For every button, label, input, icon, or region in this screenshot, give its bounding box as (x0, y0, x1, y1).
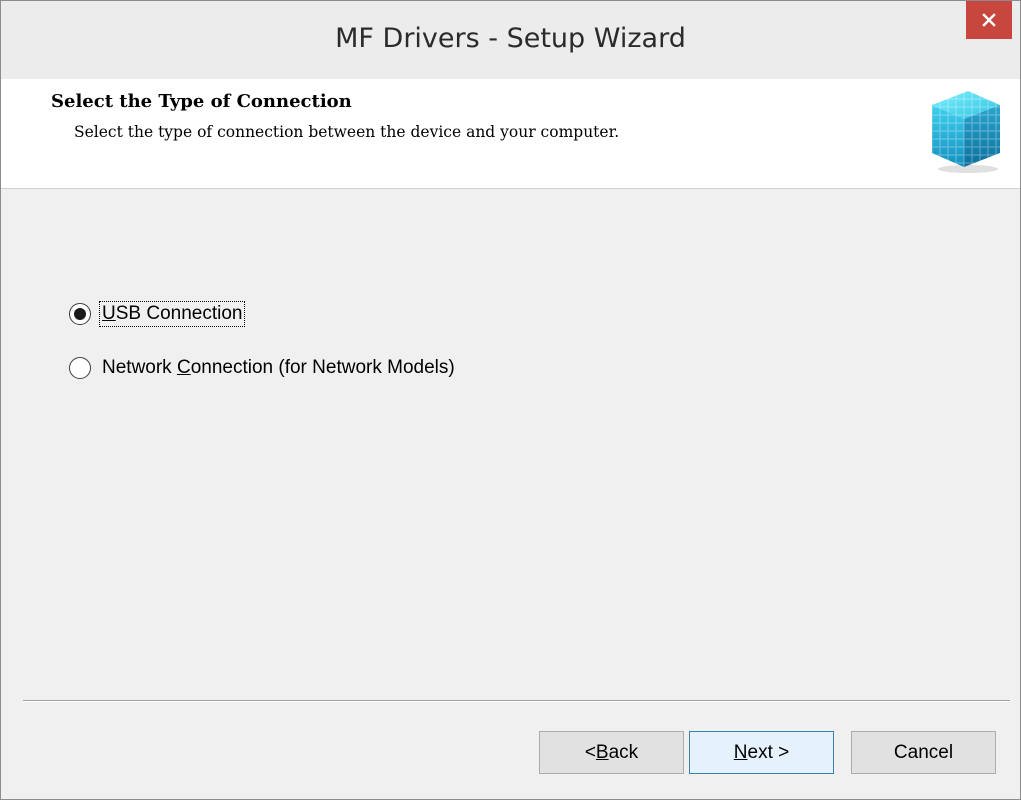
wizard-body: USB Connection Network Connection (for N… (1, 190, 1020, 699)
page-subtitle: Select the type of connection between th… (74, 123, 620, 141)
cancel-button[interactable]: Cancel (851, 731, 996, 774)
radio-selected-dot (74, 308, 86, 320)
window-title: MF Drivers - Setup Wizard (335, 23, 686, 54)
setup-wizard-window: MF Drivers - Setup Wizard Select the Typ… (0, 0, 1021, 800)
network-connection-option[interactable]: Network Connection (for Network Models) (69, 356, 457, 380)
back-button[interactable]: < Back (539, 731, 684, 774)
usb-connection-option[interactable]: USB Connection (69, 301, 246, 327)
title-bar: MF Drivers - Setup Wizard (1, 1, 1020, 79)
page-title: Select the Type of Connection (51, 91, 352, 112)
usb-connection-label[interactable]: USB Connection (98, 301, 246, 327)
next-button[interactable]: Next > (689, 731, 834, 774)
network-connection-label[interactable]: Network Connection (for Network Models) (100, 356, 457, 380)
blue-cube-stack-icon (932, 91, 1000, 173)
usb-connection-radio[interactable] (69, 303, 91, 325)
close-icon (982, 13, 996, 27)
wizard-header: Select the Type of Connection Select the… (1, 79, 1020, 189)
network-connection-radio[interactable] (69, 357, 91, 379)
footer-separator (23, 700, 1010, 702)
close-button[interactable] (966, 1, 1012, 39)
